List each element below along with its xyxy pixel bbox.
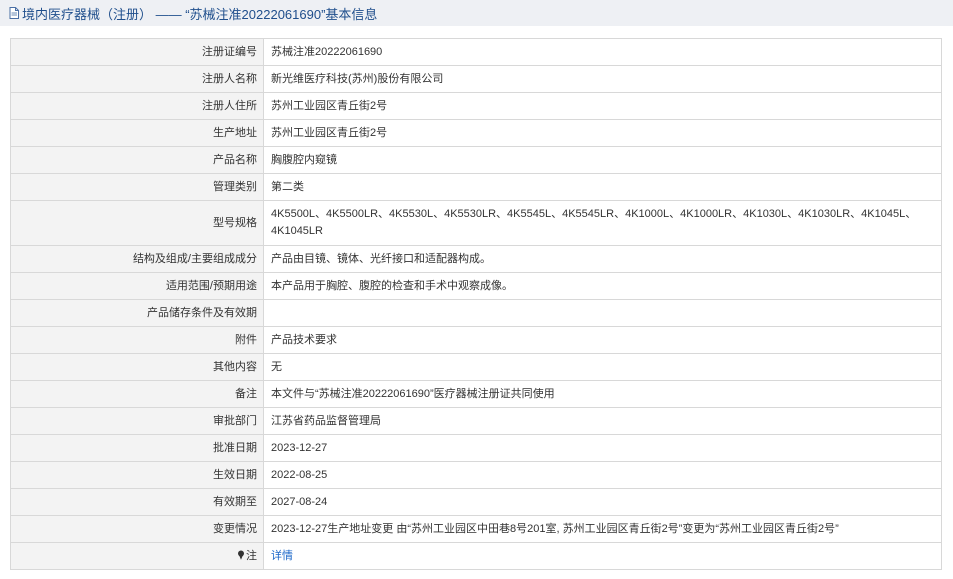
note-label-cell: 注 (10, 542, 264, 570)
row-label: 产品储存条件及有效期 (10, 299, 264, 327)
page-header: 境内医疗器械（注册） —— “苏械注准20222061690”基本信息 (0, 0, 953, 26)
table-row: 生效日期 2022-08-25 (10, 461, 942, 489)
row-value: 2022-08-25 (263, 461, 942, 489)
note-value: 详情 (263, 542, 942, 570)
row-value: 2027-08-24 (263, 488, 942, 516)
page-title: 境内医疗器械（注册） —— “苏械注准20222061690”基本信息 (22, 6, 378, 22)
table-row: 产品储存条件及有效期 (10, 299, 942, 327)
row-label: 附件 (10, 326, 264, 354)
table-row: 型号规格 4K5500L、4K5500LR、4K5530L、4K5530LR、4… (10, 200, 942, 246)
row-value: 苏械注准20222061690 (263, 38, 942, 66)
row-value: 第二类 (263, 173, 942, 201)
table-row: 结构及组成/主要组成成分 产品由目镜、镜体、光纤接口和适配器构成。 (10, 245, 942, 273)
row-value: 苏州工业园区青丘街2号 (263, 119, 942, 147)
row-label: 有效期至 (10, 488, 264, 516)
row-value: 本文件与“苏械注准20222061690”医疗器械注册证共同使用 (263, 380, 942, 408)
row-value: 本产品用于胸腔、腹腔的检查和手术中观察成像。 (263, 272, 942, 300)
table-row: 批准日期 2023-12-27 (10, 434, 942, 462)
row-label: 其他内容 (10, 353, 264, 381)
row-value: 2023-12-27 (263, 434, 942, 462)
row-label: 型号规格 (10, 200, 264, 246)
row-label: 注册证编号 (10, 38, 264, 66)
row-label: 管理类别 (10, 173, 264, 201)
row-value: 无 (263, 353, 942, 381)
row-label: 注册人名称 (10, 65, 264, 93)
row-value: 江苏省药品监督管理局 (263, 407, 942, 435)
pin-icon (238, 550, 244, 560)
table-row: 有效期至 2027-08-24 (10, 488, 942, 516)
row-label: 产品名称 (10, 146, 264, 174)
details-link[interactable]: 详情 (271, 550, 293, 562)
table-row: 附件 产品技术要求 (10, 326, 942, 354)
document-icon (9, 7, 19, 19)
row-label: 适用范围/预期用途 (10, 272, 264, 300)
note-row: 注 详情 (10, 542, 942, 570)
row-value: 产品由目镜、镜体、光纤接口和适配器构成。 (263, 245, 942, 273)
row-label: 生效日期 (10, 461, 264, 489)
row-label: 批准日期 (10, 434, 264, 462)
table-row: 注册人名称 新光维医疗科技(苏州)股份有限公司 (10, 65, 942, 93)
note-label: 注 (246, 549, 257, 562)
table-row: 变更情况 2023-12-27生产地址变更 由“苏州工业园区中田巷8号201室,… (10, 515, 942, 543)
row-label: 生产地址 (10, 119, 264, 147)
table-row: 适用范围/预期用途 本产品用于胸腔、腹腔的检查和手术中观察成像。 (10, 272, 942, 300)
row-value (263, 299, 942, 327)
row-value: 苏州工业园区青丘街2号 (263, 92, 942, 120)
row-value: 新光维医疗科技(苏州)股份有限公司 (263, 65, 942, 93)
row-value: 产品技术要求 (263, 326, 942, 354)
row-value: 4K5500L、4K5500LR、4K5530L、4K5530LR、4K5545… (263, 200, 942, 246)
row-label: 注册人住所 (10, 92, 264, 120)
info-table: 注册证编号 苏械注准20222061690 注册人名称 新光维医疗科技(苏州)股… (10, 38, 942, 570)
row-label: 审批部门 (10, 407, 264, 435)
table-row: 生产地址 苏州工业园区青丘街2号 (10, 119, 942, 147)
table-row: 其他内容 无 (10, 353, 942, 381)
table-row: 审批部门 江苏省药品监督管理局 (10, 407, 942, 435)
table-row: 管理类别 第二类 (10, 173, 942, 201)
row-label: 变更情况 (10, 515, 264, 543)
row-label: 结构及组成/主要组成成分 (10, 245, 264, 273)
table-row: 备注 本文件与“苏械注准20222061690”医疗器械注册证共同使用 (10, 380, 942, 408)
table-row: 注册人住所 苏州工业园区青丘街2号 (10, 92, 942, 120)
row-value: 2023-12-27生产地址变更 由“苏州工业园区中田巷8号201室, 苏州工业… (263, 515, 942, 543)
table-row: 注册证编号 苏械注准20222061690 (10, 38, 942, 66)
row-value: 胸腹腔内窥镜 (263, 146, 942, 174)
row-label: 备注 (10, 380, 264, 408)
table-row: 产品名称 胸腹腔内窥镜 (10, 146, 942, 174)
